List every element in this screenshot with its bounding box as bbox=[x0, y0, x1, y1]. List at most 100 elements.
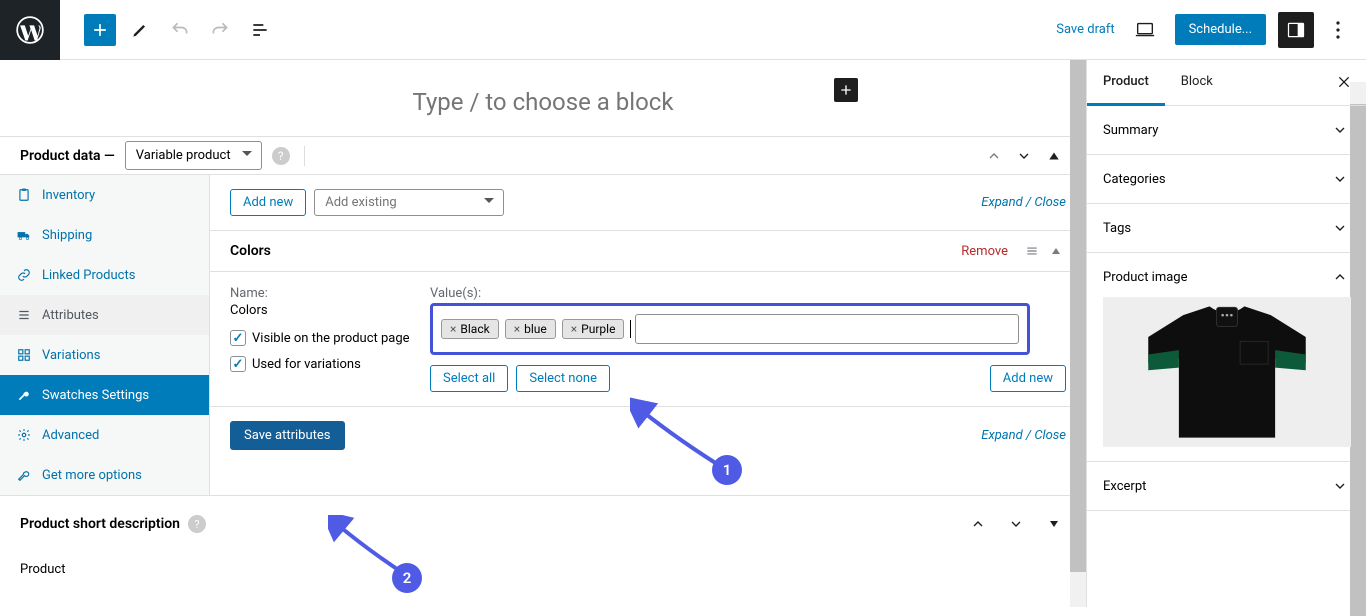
main-scrollbar-track[interactable] bbox=[1070, 60, 1086, 607]
triangle-up-icon bbox=[1047, 149, 1061, 163]
section-product-image-header[interactable]: Product image bbox=[1103, 267, 1350, 287]
triangle-down-icon bbox=[1048, 518, 1060, 530]
toggle-panel-button[interactable] bbox=[1042, 512, 1066, 536]
add-existing-placeholder: Add existing bbox=[314, 189, 504, 216]
remove-chip-icon[interactable]: × bbox=[514, 322, 520, 336]
section-label: Summary bbox=[1103, 123, 1158, 138]
product-data-label: Product data — bbox=[20, 148, 115, 164]
sidebar-item-attributes[interactable]: Attributes bbox=[0, 295, 209, 335]
attribute-body-right: Value(s): ×Black ×blue ×Purple Select al… bbox=[430, 286, 1066, 392]
product-image-thumbnail[interactable] bbox=[1103, 297, 1351, 447]
text-cursor bbox=[630, 320, 631, 338]
values-button-row: Select all Select none Add new bbox=[430, 365, 1066, 392]
section-tags[interactable]: Tags bbox=[1087, 204, 1366, 253]
block-placeholder[interactable]: Type / to choose a block bbox=[412, 88, 673, 116]
gear-icon bbox=[16, 427, 32, 443]
section-excerpt[interactable]: Excerpt bbox=[1087, 462, 1366, 511]
sidebar-item-label: Variations bbox=[42, 348, 100, 363]
wordpress-logo[interactable] bbox=[0, 0, 60, 60]
move-down-button[interactable] bbox=[1004, 512, 1028, 536]
value-chip: ×blue bbox=[505, 319, 556, 339]
sidebar-item-variations[interactable]: Variations bbox=[0, 335, 209, 375]
move-up-button[interactable] bbox=[982, 144, 1006, 168]
sidebar-item-linked[interactable]: Linked Products bbox=[0, 255, 209, 295]
sidebar-tabs: Product Block bbox=[1087, 60, 1366, 106]
product-type-select[interactable]: Variable product bbox=[125, 141, 262, 170]
tab-block[interactable]: Block bbox=[1165, 60, 1229, 105]
add-new-value-button[interactable]: Add new bbox=[990, 365, 1066, 392]
chevron-down-icon bbox=[1016, 148, 1032, 164]
select-none-button[interactable]: Select none bbox=[516, 365, 610, 392]
tool-icon bbox=[16, 467, 32, 483]
sidebar-item-swatches[interactable]: Swatches Settings bbox=[0, 375, 209, 415]
outline-button[interactable] bbox=[244, 14, 276, 46]
preview-button[interactable] bbox=[1127, 12, 1163, 48]
toggle-panel-button[interactable] bbox=[1042, 144, 1066, 168]
expand-close-link[interactable]: Expand / Close bbox=[981, 428, 1066, 443]
panel-icon bbox=[1286, 20, 1306, 40]
sidebar-item-shipping[interactable]: Shipping bbox=[0, 215, 209, 255]
remove-attribute-link[interactable]: Remove bbox=[961, 244, 1008, 259]
list-icon bbox=[16, 307, 32, 323]
visible-checkbox-row[interactable]: Visible on the product page bbox=[230, 330, 430, 346]
close-icon bbox=[1336, 74, 1352, 90]
attribute-header: Colors Remove bbox=[210, 230, 1086, 271]
sidebar-item-inventory[interactable]: Inventory bbox=[0, 175, 209, 215]
attribute-body-left: Name: Colors Visible on the product page… bbox=[230, 286, 430, 392]
schedule-button[interactable]: Schedule... bbox=[1175, 14, 1266, 45]
sidebar-scrollbar-thumb[interactable] bbox=[1350, 104, 1366, 616]
main-scrollbar-thumb[interactable] bbox=[1070, 60, 1086, 572]
redo-button[interactable] bbox=[204, 14, 236, 46]
sidebar-item-more[interactable]: Get more options bbox=[0, 455, 209, 495]
top-toolbar: Save draft Schedule... bbox=[0, 0, 1366, 60]
close-sidebar-button[interactable] bbox=[1334, 72, 1354, 92]
visible-checkbox[interactable] bbox=[230, 330, 246, 346]
variations-checkbox[interactable] bbox=[230, 356, 246, 372]
drag-handle[interactable] bbox=[1022, 241, 1042, 261]
short-description-body[interactable]: Product bbox=[0, 552, 1086, 587]
expand-close-link[interactable]: Expand / Close bbox=[981, 195, 1066, 210]
collapse-attribute-button[interactable] bbox=[1046, 241, 1066, 261]
help-icon[interactable]: ? bbox=[272, 147, 290, 165]
values-tag-input[interactable]: ×Black ×blue ×Purple bbox=[430, 303, 1030, 355]
more-menu-button[interactable] bbox=[1326, 12, 1350, 48]
section-label: Tags bbox=[1103, 221, 1131, 236]
values-inner-input[interactable] bbox=[635, 314, 1019, 344]
add-existing-select[interactable]: Add existing bbox=[314, 189, 504, 216]
undo-button[interactable] bbox=[164, 14, 196, 46]
sidebar-item-advanced[interactable]: Advanced bbox=[0, 415, 209, 455]
move-up-button[interactable] bbox=[966, 512, 990, 536]
chevron-down-icon bbox=[1330, 476, 1350, 496]
product-data-content: Add new Add existing Expand / Close Colo… bbox=[210, 175, 1086, 495]
remove-chip-icon[interactable]: × bbox=[571, 322, 577, 336]
shirt-image bbox=[1117, 302, 1337, 442]
body: Type / to choose a block Product data — … bbox=[0, 60, 1366, 607]
save-attributes-button[interactable]: Save attributes bbox=[230, 421, 345, 450]
inline-add-block-button[interactable] bbox=[834, 78, 858, 102]
help-icon[interactable]: ? bbox=[188, 515, 206, 533]
sidebar-scrollbar-track[interactable] bbox=[1350, 82, 1366, 607]
section-label: Product image bbox=[1103, 270, 1188, 285]
chevron-down-icon bbox=[1330, 120, 1350, 140]
sidebar-toggle-button[interactable] bbox=[1278, 12, 1314, 48]
select-all-button[interactable]: Select all bbox=[430, 365, 508, 392]
variations-checkbox-label: Used for variations bbox=[252, 357, 361, 372]
product-data-body: Inventory Shipping Linked Products Attri… bbox=[0, 175, 1086, 495]
add-new-attribute-button[interactable]: Add new bbox=[230, 189, 306, 216]
remove-chip-icon[interactable]: × bbox=[450, 322, 456, 336]
tab-product[interactable]: Product bbox=[1087, 60, 1165, 106]
divider bbox=[304, 146, 305, 166]
triangle-up-icon bbox=[1050, 245, 1062, 257]
section-product-image: Product image bbox=[1087, 253, 1366, 462]
variations-checkbox-row[interactable]: Used for variations bbox=[230, 356, 430, 372]
section-summary[interactable]: Summary bbox=[1087, 106, 1366, 155]
move-down-button[interactable] bbox=[1012, 144, 1036, 168]
save-draft-button[interactable]: Save draft bbox=[1056, 22, 1114, 37]
add-block-button[interactable] bbox=[84, 14, 116, 46]
section-categories[interactable]: Categories bbox=[1087, 155, 1366, 204]
edit-mode-button[interactable] bbox=[124, 14, 156, 46]
redo-icon bbox=[210, 20, 230, 40]
chevron-down-icon bbox=[1330, 169, 1350, 189]
undo-icon bbox=[170, 20, 190, 40]
link-icon bbox=[16, 267, 32, 283]
